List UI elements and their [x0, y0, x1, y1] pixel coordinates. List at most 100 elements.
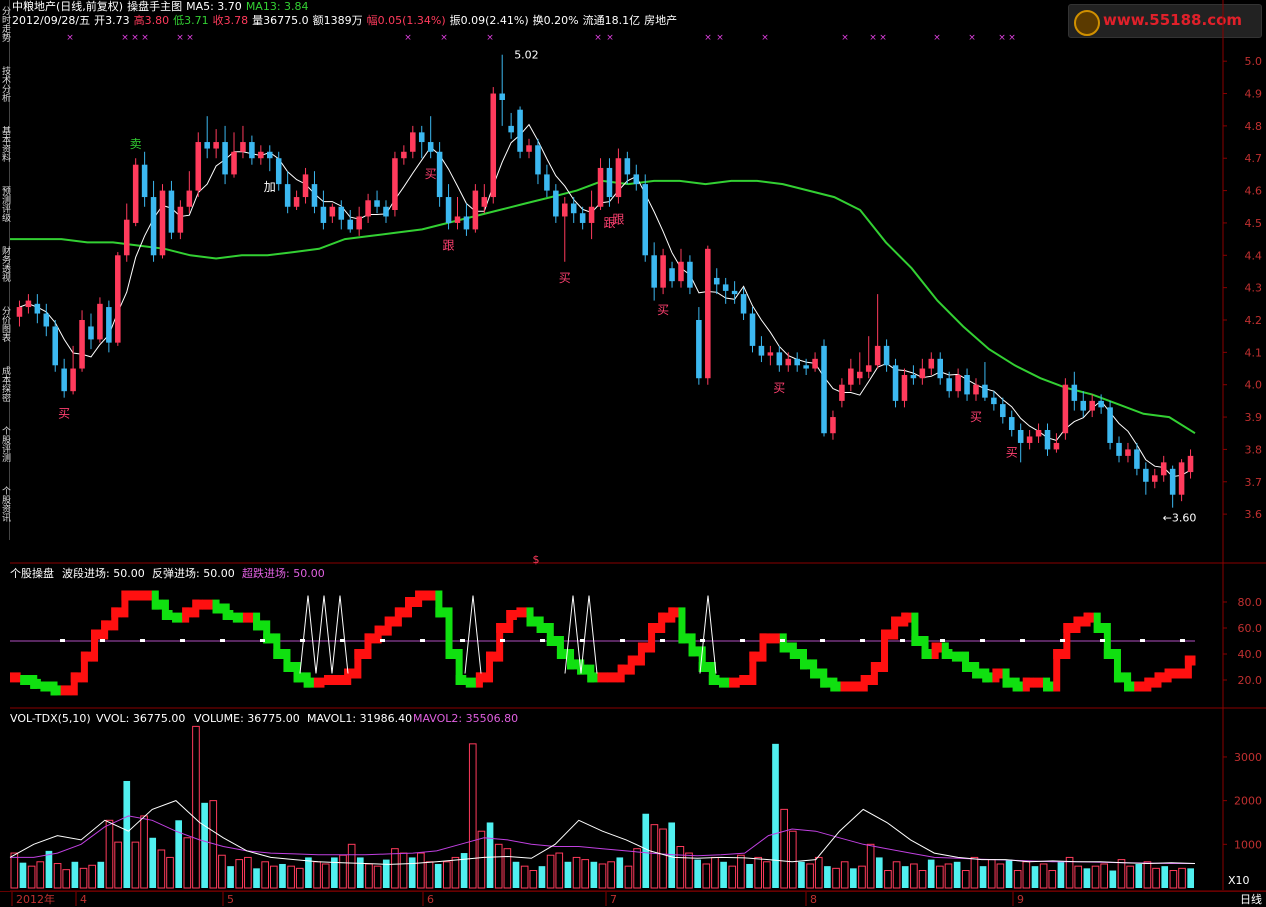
osc-step: [232, 612, 244, 623]
candle-body: [499, 93, 505, 100]
volume-bar: [503, 848, 512, 889]
volume-bar: [269, 865, 278, 889]
left-tab-2: 基本资料: [0, 125, 11, 163]
top-marker: ×: [968, 33, 976, 43]
volume-bar: [1091, 865, 1100, 889]
candle-body: [669, 268, 675, 282]
candle-body: [794, 358, 800, 366]
candle-body: [615, 158, 622, 198]
candle-body: [803, 365, 809, 369]
candle-body: [633, 174, 640, 185]
volume-bar: [417, 852, 425, 889]
top-marker: ×: [704, 33, 712, 43]
volume-bar: [1100, 863, 1109, 889]
volume-bar: [850, 868, 857, 888]
volume-bar: [1169, 870, 1178, 889]
candle-body: [553, 190, 559, 217]
volume-bar: [227, 866, 234, 888]
volume-bar: [944, 863, 953, 889]
candle-body: [88, 326, 94, 340]
candle-body: [901, 375, 908, 401]
volume-bar: [356, 857, 364, 888]
volume-bar: [555, 852, 564, 889]
candle-body: [1116, 442, 1122, 456]
volume-bar: [339, 854, 347, 889]
volume-bar: [36, 861, 45, 889]
main-axis-tick-label: 3.9: [1245, 411, 1263, 424]
candle-body: [776, 352, 783, 366]
vol-mavol2: MAVOL2: 35506.80: [413, 712, 518, 725]
candle-body: [973, 384, 979, 395]
osc-riser: [1164, 668, 1172, 683]
volume-bar: [45, 850, 53, 888]
top-marker: ×: [879, 33, 887, 43]
osc-threshold-dot: [660, 639, 665, 642]
volume-bar: [1135, 863, 1143, 888]
volume-bar: [607, 861, 615, 889]
candle-body: [445, 197, 452, 223]
volume-bar: [313, 861, 321, 889]
volume-bar: [123, 780, 131, 888]
osc-riser: [678, 607, 686, 644]
volume-bar: [53, 863, 62, 889]
candle-body: [150, 197, 157, 256]
top-marker: ×: [1008, 33, 1016, 43]
top-marker: ×: [440, 33, 448, 43]
stock-chart[interactable]: 分时走势技术分析基本资料预测评级财务透视分价图表成本探密个股评测个股资讯 5.0 4…: [0, 0, 1266, 906]
osc-axis-tick-label: 20.0: [1238, 674, 1263, 687]
osc-step: [141, 590, 153, 601]
osc-riser: [567, 649, 575, 670]
candle-body: [892, 365, 899, 401]
volume-bar: [201, 802, 208, 888]
volume-bar: [520, 865, 529, 889]
ma5-line: [19, 123, 1191, 478]
top-marker: ×: [121, 33, 129, 43]
osc-riser: [921, 636, 929, 659]
osc-riser: [789, 642, 797, 659]
osc-riser: [1124, 672, 1132, 692]
candle-body: [1044, 430, 1051, 450]
osc-riser: [1113, 649, 1121, 683]
volume-bar: [1117, 859, 1126, 889]
osc-riser: [941, 642, 949, 659]
osc-threshold-dot: [260, 639, 265, 642]
osc-riser: [911, 612, 919, 646]
candle-body: [275, 158, 282, 185]
osc-riser: [394, 607, 402, 627]
candle-body: [955, 375, 961, 392]
candle-body: [883, 345, 890, 366]
volume-bar: [676, 846, 685, 889]
main-axis-tick-label: 4.0: [1245, 379, 1263, 392]
volume-bar: [806, 863, 814, 889]
osc-step: [718, 677, 730, 688]
vol-vvol: VVOL: 36775.00: [96, 712, 185, 725]
osc-riser: [192, 599, 200, 618]
volume-bar: [858, 865, 866, 889]
signal-buy: 买: [58, 407, 70, 421]
volume-bar: [321, 863, 330, 889]
candle-body: [213, 142, 219, 149]
candle-body: [159, 190, 166, 256]
osc-riser: [445, 607, 453, 659]
osc-riser: [860, 675, 868, 692]
osc-signal-2: 反弹进场: 50.00: [152, 566, 235, 580]
volume-bar: [910, 863, 918, 889]
left-tab-4: 财务透视: [0, 245, 11, 283]
candle-body: [293, 197, 300, 207]
volume-bar: [434, 863, 442, 888]
osc-step: [323, 675, 335, 685]
candle-body: [848, 368, 854, 385]
osc-axis-tick-label: 80.0: [1238, 596, 1263, 609]
signal-buy: 买: [970, 410, 982, 424]
candle-body: [329, 206, 336, 217]
volume-bar: [157, 849, 166, 889]
candle-body: [1160, 462, 1167, 476]
volume-bar: [529, 870, 538, 889]
osc-riser: [506, 610, 514, 633]
candle-body: [177, 206, 184, 233]
top-marker: ×: [761, 33, 769, 43]
candle-body: [1035, 430, 1042, 437]
vol-mavol1: MAVOL1: 31986.40: [307, 712, 412, 725]
main-axis-tick-label: 3.8: [1245, 443, 1263, 456]
candle-body: [624, 158, 631, 175]
